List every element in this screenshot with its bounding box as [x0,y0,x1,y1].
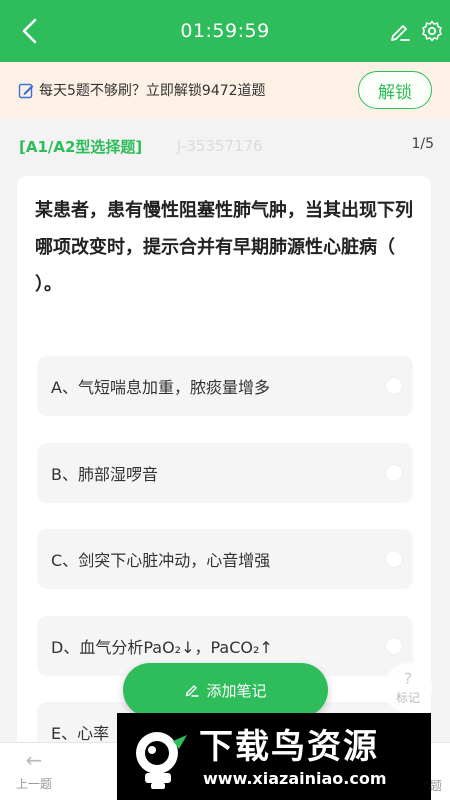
option-text: 剑突下心脏冲动，心音增强 [78,551,271,570]
option-text: 肺部湿啰音 [77,465,158,484]
watermark-url: www.xiazainiao.com [203,769,387,788]
gear-icon [422,20,442,42]
back-button[interactable] [14,15,44,47]
option-prefix: E、 [51,724,78,743]
question-stem: 某患者，患有慢性阻塞性肺气肿，当其出现下列哪项改变时，提示合并有早期肺源性心脏病… [35,200,413,295]
option-prefix: B、 [51,465,78,484]
watermark-banner: 下载鸟资源 www.xiazainiao.com [117,713,431,800]
option-b[interactable]: B、肺部湿啰音 [37,443,413,503]
prev-question-button[interactable]: ← 上一题 [10,749,58,797]
prev-question-label: 上一题 [15,777,52,791]
edit-note-icon [18,83,34,98]
add-note-button[interactable]: 添加笔记 [123,663,328,717]
settings-button[interactable] [420,19,444,43]
option-c[interactable]: C、剑突下心脏冲动，心音增强 [37,529,413,589]
option-text: 心率 [77,724,110,743]
pencil-icon [391,25,410,41]
option-text: 血气分析PaO₂↓，PaCO₂↑ [79,638,273,657]
radio-circle-icon[interactable] [385,637,403,655]
option-prefix: D、 [51,638,80,657]
edit-button[interactable] [388,19,412,43]
mark-button[interactable]: ? 标记 [384,663,432,713]
pencil-icon [186,685,200,697]
watermark-title: 下载鸟资源 [199,727,379,767]
radio-circle-icon[interactable] [385,550,403,568]
option-a[interactable]: A、气短喘息加重，脓痰量增多 [37,356,413,416]
option-prefix: A、 [51,378,78,397]
unlock-promo-bar: 每天5题不够刷？立即解锁9472道题 解锁 [0,62,450,118]
answer-sheet-button[interactable]: 题 [430,777,442,794]
question-mark-icon: ? [403,668,413,688]
unlock-button[interactable]: 解锁 [358,71,432,109]
question-id: J-35357176 [177,137,263,155]
question-progress: 1/5 [411,136,434,152]
radio-circle-icon[interactable] [385,464,403,482]
radio-circle-icon[interactable] [385,377,403,395]
option-prefix: C、 [51,551,79,570]
bird-logo-icon [136,732,187,789]
mark-label: 标记 [395,690,420,705]
top-bar: 01:59:59 [0,0,450,62]
chevron-left-icon [22,18,37,44]
add-note-label: 添加笔记 [206,681,267,700]
option-text: 气短喘息加重，脓痰量增多 [77,378,270,397]
question-type-label: [A1/A2型选择题] [19,138,143,156]
promo-text: 每天5题不够刷？立即解锁9472道题 [39,83,266,99]
countdown-timer: 01:59:59 [180,20,270,42]
arrow-left-icon: ← [25,748,43,772]
